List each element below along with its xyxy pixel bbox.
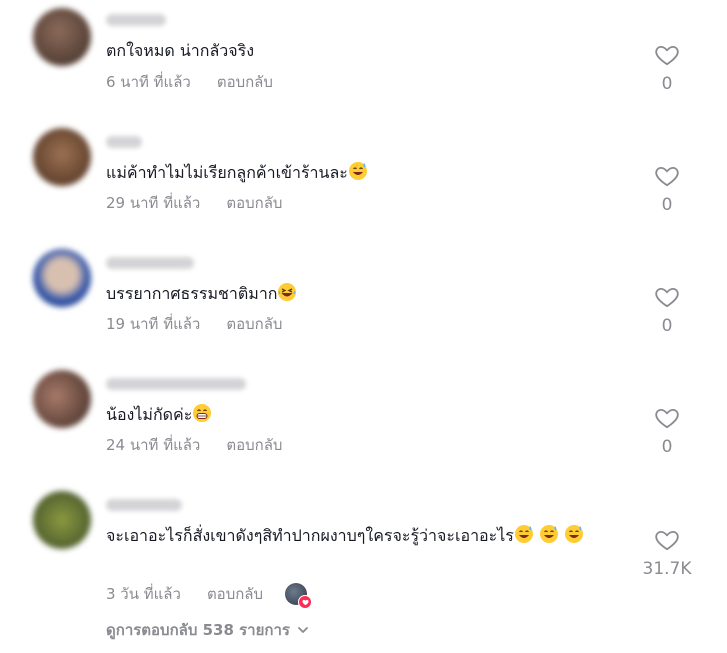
comment-time: 3 วัน ที่แล้ว xyxy=(106,585,181,603)
reply-button[interactable]: ตอบกลับ xyxy=(226,433,282,457)
heart-outline-icon[interactable] xyxy=(654,163,680,189)
avatar[interactable] xyxy=(33,370,91,428)
like-button[interactable]: 0 xyxy=(637,284,697,336)
like-button[interactable]: 31.7K xyxy=(632,527,702,579)
view-replies-label: ดูการตอบกลับ 538 รายการ xyxy=(106,621,290,639)
comment-meta: 19 นาที ที่แล้ว ตอบกลับ xyxy=(106,312,282,336)
laughing-emoji xyxy=(277,282,297,302)
view-replies-button[interactable]: ดูการตอบกลับ 538 รายการ xyxy=(106,618,310,642)
reply-button[interactable]: ตอบกลับ xyxy=(226,191,282,215)
like-count: 0 xyxy=(661,316,673,336)
comment-text: บรรยากาศธรรมชาติมาก xyxy=(106,281,297,307)
like-count: 0 xyxy=(661,437,673,457)
heart-outline-icon[interactable] xyxy=(654,42,680,68)
comment-text: จะเอาอะไรก็สั่งเขาดังๆสิทำปากผงาบๆใครจะร… xyxy=(106,523,626,549)
like-count: 31.7K xyxy=(642,559,692,579)
sweat-smile-emoji xyxy=(348,161,368,181)
chevron-down-icon xyxy=(298,627,308,633)
grinning-emoji xyxy=(192,403,212,423)
comment-time: 24 นาที ที่แล้ว xyxy=(106,436,201,454)
avatar[interactable] xyxy=(33,491,91,549)
comment-text: ตกใจหมด น่ากลัวจริง xyxy=(106,41,255,60)
comment-time: 19 นาที ที่แล้ว xyxy=(106,315,201,333)
comment-text: แม่ค้าทำไมไม่เรียกลูกค้าเข้าร้านละ xyxy=(106,160,368,186)
reply-button[interactable]: ตอบกลับ xyxy=(226,312,282,336)
comment-meta: 3 วัน ที่แล้ว ตอบกลับ xyxy=(106,582,313,609)
comment-time: 6 นาที ที่แล้ว xyxy=(106,73,191,91)
username[interactable] xyxy=(106,499,182,511)
comment-text: น้องไม่กัดค่ะ xyxy=(106,402,212,428)
username[interactable] xyxy=(106,136,142,148)
reply-button[interactable]: ตอบกลับ xyxy=(217,70,273,94)
like-button[interactable]: 0 xyxy=(637,42,697,94)
username[interactable] xyxy=(106,378,246,390)
comment-meta: 24 นาที ที่แล้ว ตอบกลับ xyxy=(106,433,282,457)
avatar[interactable] xyxy=(33,249,91,307)
creator-liked-avatar xyxy=(285,583,313,609)
like-button[interactable]: 0 xyxy=(637,405,697,457)
sweat-smile-emoji xyxy=(514,524,534,544)
avatar[interactable] xyxy=(33,128,91,186)
comment-time: 29 นาที ที่แล้ว xyxy=(106,194,201,212)
reply-button[interactable]: ตอบกลับ xyxy=(207,582,263,606)
heart-outline-icon[interactable] xyxy=(654,527,680,553)
sweat-smile-emoji xyxy=(539,524,559,544)
avatar[interactable] xyxy=(33,8,91,66)
heart-outline-icon[interactable] xyxy=(654,284,680,310)
sweat-smile-emoji xyxy=(564,524,584,544)
username[interactable] xyxy=(106,14,166,26)
like-count: 0 xyxy=(661,74,673,94)
username[interactable] xyxy=(106,257,194,269)
comment-meta: 29 นาที ที่แล้ว ตอบกลับ xyxy=(106,191,282,215)
comment-meta: 6 นาที ที่แล้ว ตอบกลับ xyxy=(106,70,273,94)
like-count: 0 xyxy=(661,195,673,215)
like-button[interactable]: 0 xyxy=(637,163,697,215)
creator-liked-heart-icon xyxy=(298,595,313,609)
heart-outline-icon[interactable] xyxy=(654,405,680,431)
